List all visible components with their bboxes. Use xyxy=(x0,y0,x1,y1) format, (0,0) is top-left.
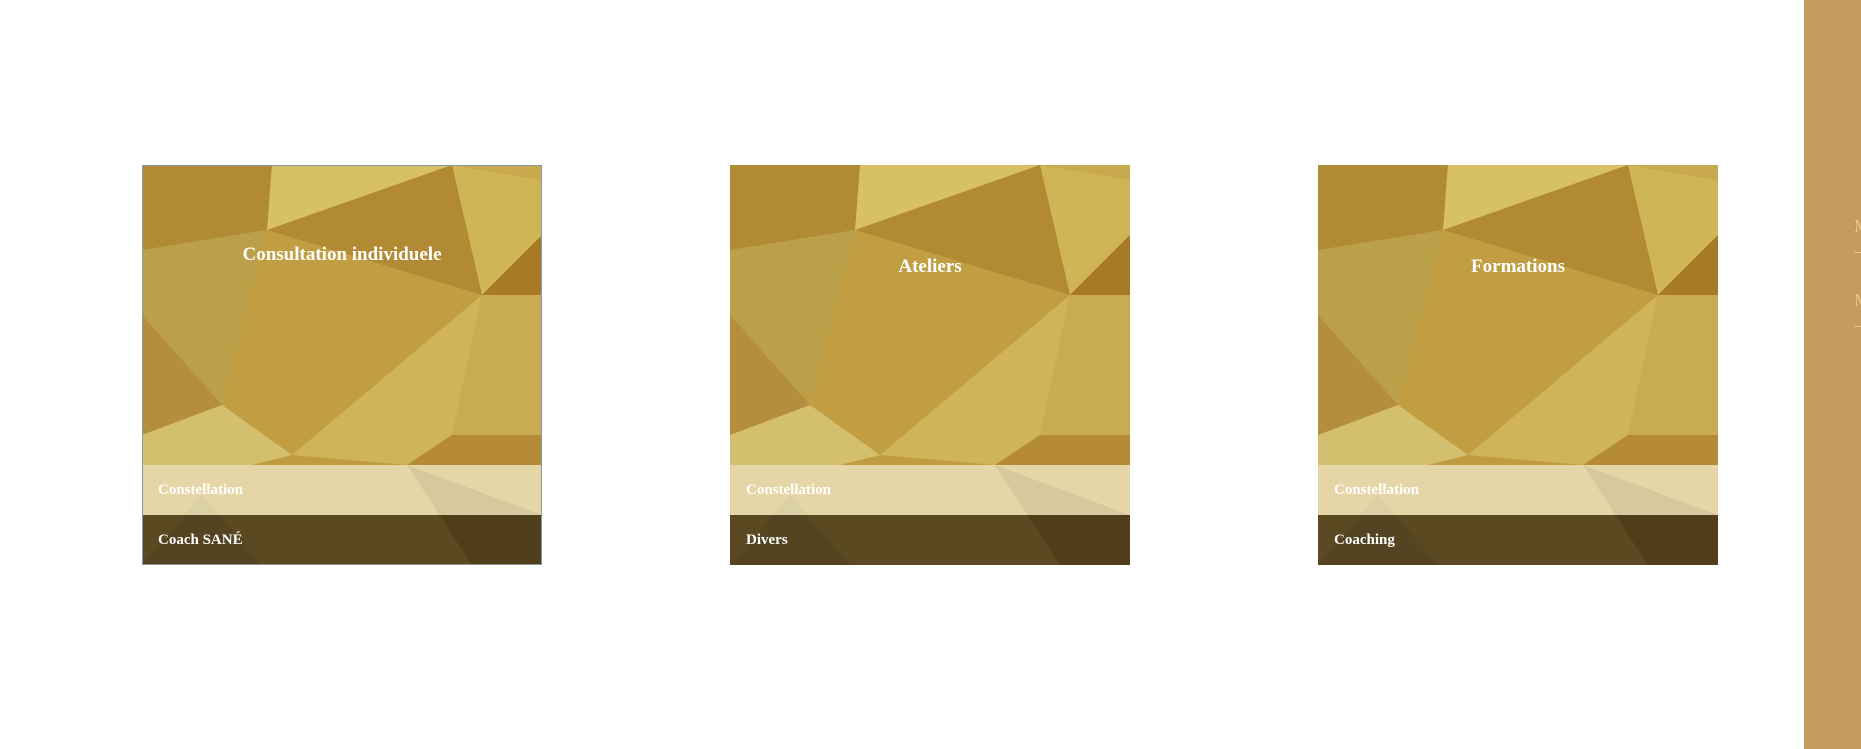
category-band[interactable]: Constellation xyxy=(142,465,542,515)
category-label: Constellation xyxy=(746,482,832,498)
side-menu-item[interactable]: M xyxy=(1854,216,1861,236)
card-title: Ateliers xyxy=(898,256,962,277)
side-menu-divider xyxy=(1854,252,1861,253)
side-menu-panel: M M xyxy=(1804,0,1861,749)
tag-band[interactable]: Coach SANÉ xyxy=(142,515,542,565)
card-title: Formations xyxy=(1471,256,1565,277)
page: Consultation individuele Constellation C… xyxy=(0,0,1861,749)
tag-band[interactable]: Coaching xyxy=(1318,515,1718,565)
category-band[interactable]: Constellation xyxy=(1318,465,1718,515)
tag-band[interactable]: Divers xyxy=(730,515,1130,565)
card-ateliers[interactable]: Ateliers Constellation Divers xyxy=(730,165,1130,565)
tag-label: Coach SANÉ xyxy=(158,532,243,548)
side-menu-divider xyxy=(1854,326,1861,327)
tag-label: Coaching xyxy=(1334,532,1395,548)
category-label: Constellation xyxy=(158,482,244,498)
side-menu-item[interactable]: M xyxy=(1854,290,1861,310)
category-label: Constellation xyxy=(1334,482,1420,498)
card-formations[interactable]: Formations Constellation Coaching xyxy=(1318,165,1718,565)
tag-label: Divers xyxy=(746,532,788,548)
card-consultation[interactable]: Consultation individuele Constellation C… xyxy=(142,165,542,565)
card-title: Consultation individuele xyxy=(242,244,442,265)
category-band[interactable]: Constellation xyxy=(730,465,1130,515)
